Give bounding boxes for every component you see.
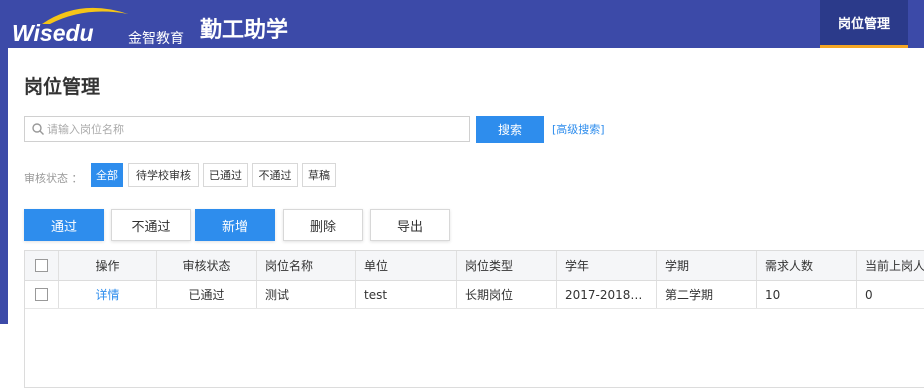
row-checkbox-cell	[25, 281, 59, 308]
required-cell: 10	[757, 281, 857, 308]
tab-position-management[interactable]: 岗位管理	[820, 0, 908, 48]
search-button[interactable]: 搜索	[476, 116, 544, 143]
column-header: 操作	[59, 251, 157, 280]
advanced-search-link[interactable]: [高级搜索]	[552, 121, 605, 137]
logo-text: Wisedu	[12, 20, 94, 46]
type-cell: 长期岗位	[457, 281, 557, 308]
filter-chip-all[interactable]: 全部	[91, 163, 123, 187]
search-input[interactable]	[47, 117, 457, 141]
page-title: 岗位管理	[24, 76, 101, 98]
search-field[interactable]	[24, 116, 470, 142]
status-cell: 已通过	[157, 281, 257, 308]
approve-button[interactable]: 通过	[24, 209, 104, 241]
column-header: 岗位名称	[257, 251, 356, 280]
logo-subtitle: 金智教育	[128, 31, 184, 47]
delete-button[interactable]: 删除	[283, 209, 363, 241]
filter-chip-pending[interactable]: 待学校审核	[128, 163, 199, 187]
filter-label: 审核状态 ：	[24, 172, 83, 185]
year-cell: 2017-2018…	[557, 281, 657, 308]
filter-chip-approved[interactable]: 已通过	[203, 163, 248, 187]
column-header: 需求人数	[757, 251, 857, 280]
current-cell: 0	[865, 287, 873, 302]
reject-button[interactable]: 不通过	[111, 209, 191, 241]
column-header: 审核状态	[157, 251, 257, 280]
add-button[interactable]: 新增	[195, 209, 275, 241]
table-header: 操作 审核状态 岗位名称 单位 岗位类型 学年 学期 需求人数 当前上岗人	[25, 251, 924, 281]
table-row: 详情 已通过 测试 test 长期岗位 2017-2018… 第二学期 10 0	[25, 281, 924, 309]
column-header: 当前上岗人	[865, 259, 924, 273]
left-accent-strip	[0, 48, 8, 324]
unit-cell: test	[356, 281, 457, 308]
column-header: 学年	[557, 251, 657, 280]
header-checkbox-cell	[25, 251, 59, 280]
search-icon	[32, 123, 44, 135]
term-cell: 第二学期	[657, 281, 757, 308]
name-cell: 测试	[257, 281, 356, 308]
row-checkbox[interactable]	[35, 288, 48, 301]
main-content: 岗位管理 搜索 [高级搜索] 审核状态 ： 全部 待学校审核 已通过 不通过 草…	[8, 48, 924, 388]
app-title: 勤工助学	[200, 18, 289, 43]
filter-chip-rejected[interactable]: 不通过	[252, 163, 298, 187]
column-header: 学期	[657, 251, 757, 280]
filter-chip-draft[interactable]: 草稿	[302, 163, 336, 187]
details-link[interactable]: 详情	[59, 281, 157, 308]
positions-table: 操作 审核状态 岗位名称 单位 岗位类型 学年 学期 需求人数 当前上岗人 详情…	[24, 250, 924, 388]
column-header: 单位	[356, 251, 457, 280]
top-header: Wisedu 金智教育 勤工助学 岗位管理	[0, 0, 924, 48]
export-button[interactable]: 导出	[370, 209, 450, 241]
select-all-checkbox[interactable]	[35, 259, 48, 272]
column-header: 岗位类型	[457, 251, 557, 280]
